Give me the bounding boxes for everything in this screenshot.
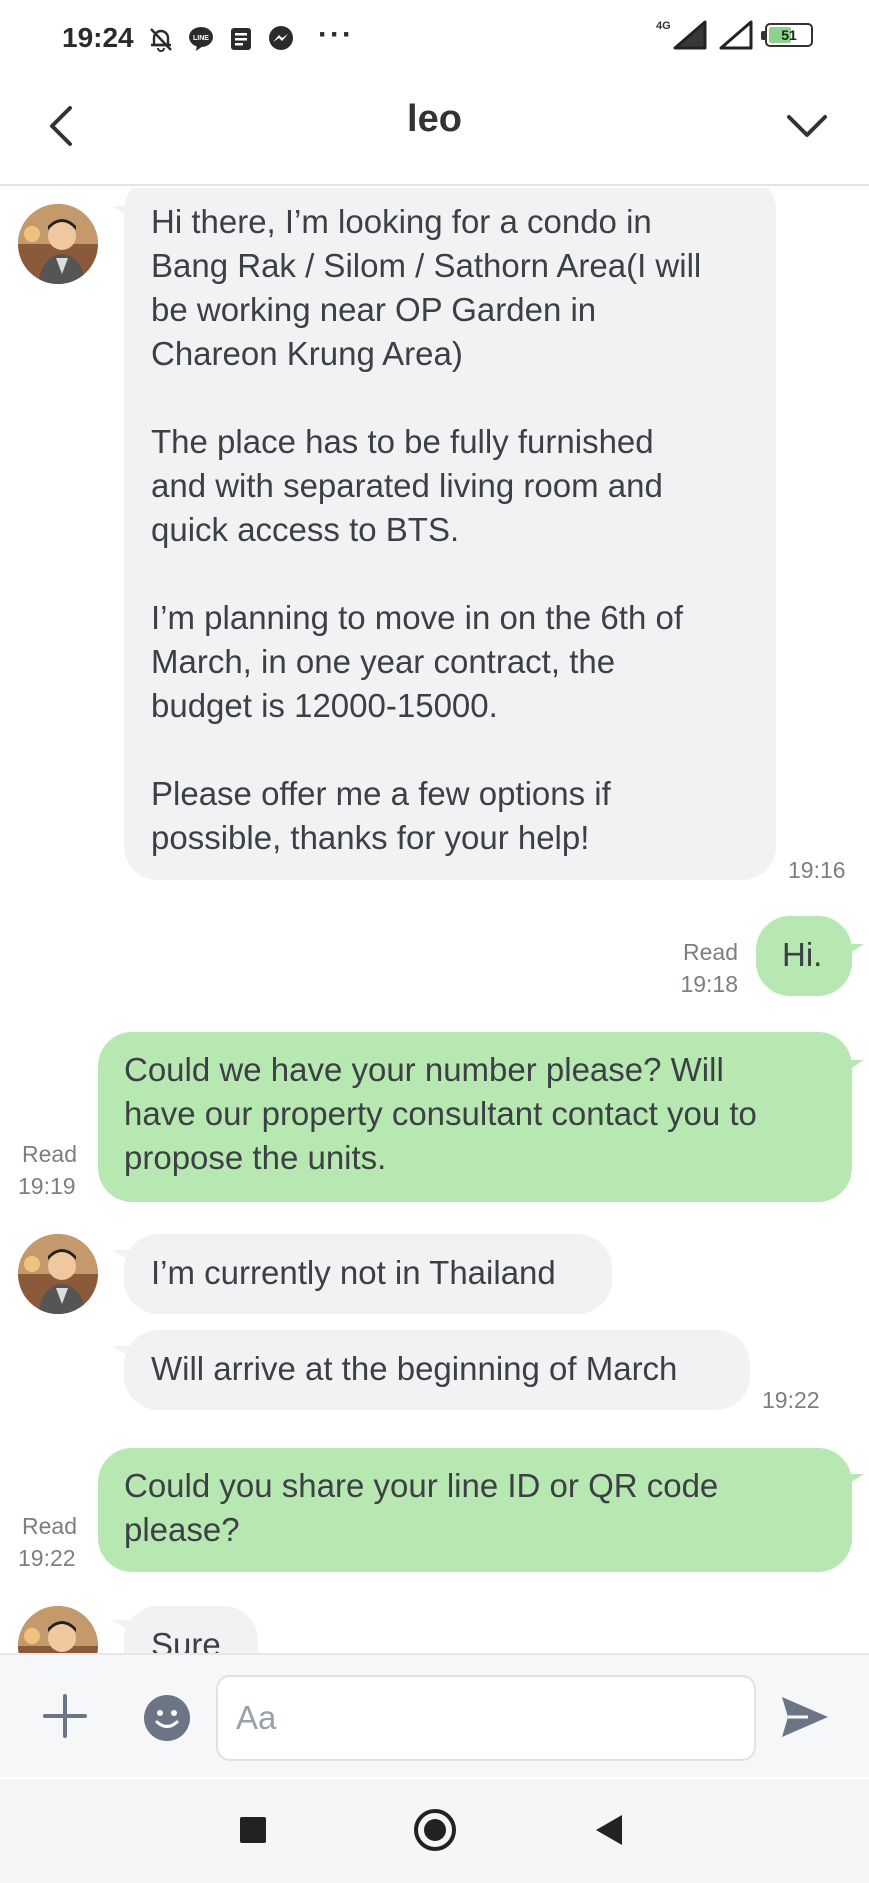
battery-percent: 51 [781,27,797,43]
battery-icon: 51 [761,23,813,47]
svg-text:LINE: LINE [193,35,209,42]
avatar[interactable] [18,204,98,284]
message-bubble[interactable]: Hi. [756,916,852,996]
line-icon: LINE [186,24,216,54]
smiley-icon [155,1710,179,1728]
emoji-button[interactable] [144,1695,190,1741]
overflow-indicator: ··· [318,18,354,51]
chat-menu-button[interactable] [777,100,837,150]
read-status: Read [22,1141,77,1167]
status-bar: 19:24 LINE ··· 4G 51 [0,0,869,80]
message-composer [0,1653,869,1777]
chevron-down-icon [787,115,827,137]
message-bubble[interactable]: Could we have your number please? Will h… [98,1032,852,1202]
system-back-button[interactable] [596,1815,622,1845]
recents-button[interactable] [240,1817,266,1843]
plus-icon [43,1694,87,1738]
message-time: 19:22 [762,1387,820,1413]
home-button[interactable] [414,1809,456,1851]
bubble-tail [842,1474,864,1488]
add-attachment-button[interactable] [40,1691,90,1741]
status-right: 51 [673,20,813,50]
chat-header: leo [0,80,869,186]
message-bubble[interactable]: Could you share your line ID or QR code … [98,1448,852,1572]
message-bubble[interactable]: Hi there, I’m looking for a condo in Ban… [124,188,776,880]
read-status: Read [22,1513,77,1539]
chat-messages[interactable]: Hi there, I’m looking for a condo in Ban… [0,188,869,1653]
notification-icons: LINE [146,24,296,54]
bubble-tail [842,1060,864,1074]
network-type: 4G [656,20,671,32]
signal-icon-2 [719,20,753,50]
message-bubble[interactable]: I’m currently not in Thailand [124,1234,612,1314]
signal-icon [673,20,707,50]
message-input[interactable] [216,1675,756,1761]
message-time: 19:19 [18,1173,76,1199]
mute-bell-icon [146,24,176,54]
message-time: 19:18 [680,971,738,997]
message-time: 19:16 [788,857,846,883]
bubble-tail [842,944,864,958]
chat-title: leo [407,98,462,140]
send-icon [782,1697,828,1737]
message-bubble[interactable]: Sure [124,1606,258,1653]
send-button[interactable] [778,1691,832,1743]
system-nav-bar [0,1779,869,1883]
messenger-icon [266,24,296,54]
message-bubble[interactable]: Will arrive at the beginning of March [124,1330,750,1410]
message-time: 19:22 [18,1545,76,1571]
read-status: Read [683,939,738,965]
avatar[interactable] [18,1234,98,1314]
avatar[interactable] [18,1606,98,1653]
news-icon [226,24,256,54]
status-time: 19:24 [62,22,134,53]
